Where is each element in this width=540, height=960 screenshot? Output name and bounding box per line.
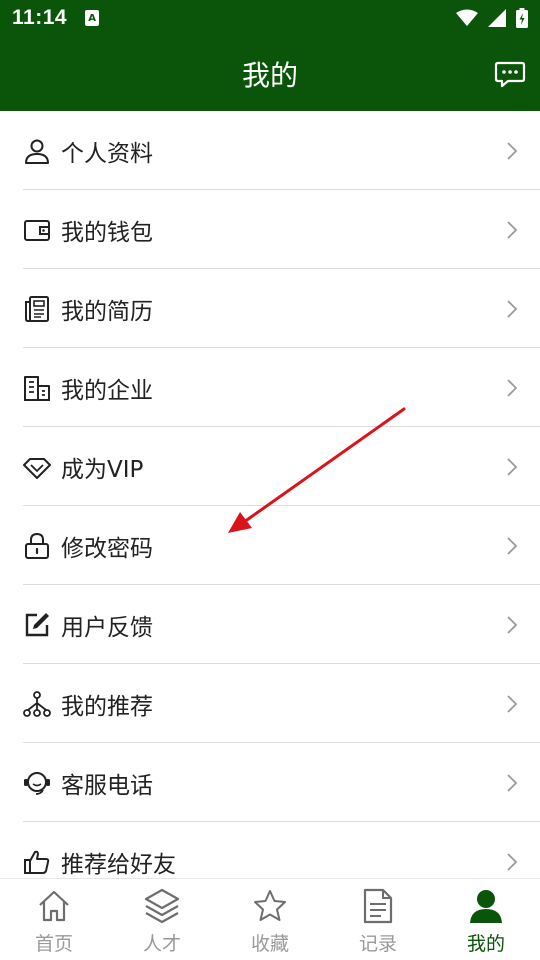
chevron-right-icon [507, 694, 518, 713]
page-title: 我的 [241, 58, 298, 92]
layers-icon [143, 887, 181, 925]
tab-talent[interactable]: 人才 [108, 879, 216, 960]
status-time: 11:14 [12, 6, 68, 29]
building-icon [23, 374, 51, 402]
thumbs-up-icon [23, 848, 51, 876]
diamond-icon [23, 453, 51, 481]
menu-label: 成为VIP [61, 456, 144, 483]
bottom-nav: 首页 人才 收藏 记录 我的 [0, 878, 540, 960]
tab-favorites[interactable]: 收藏 [216, 879, 324, 960]
tab-label: 收藏 [250, 933, 289, 955]
tab-label: 人才 [142, 933, 181, 955]
tab-label: 首页 [34, 933, 73, 955]
chevron-right-icon [507, 457, 518, 476]
home-icon [35, 887, 73, 925]
menu-label: 客服电话 [61, 772, 153, 799]
menu-label: 我的钱包 [61, 219, 153, 246]
document-icon [359, 887, 397, 925]
status-bar: 11:14 A [0, 0, 540, 36]
menu-label: 用户反馈 [61, 614, 153, 641]
menu-item-change-password[interactable]: 修改密码 [23, 506, 540, 585]
chevron-right-icon [507, 299, 518, 318]
menu-label: 修改密码 [61, 535, 153, 562]
chevron-right-icon [507, 615, 518, 634]
tab-label: 我的 [466, 933, 505, 955]
menu-item-wallet[interactable]: 我的钱包 [23, 190, 540, 269]
menu-label: 我的简历 [61, 298, 153, 325]
menu-label: 推荐给好友 [61, 851, 176, 878]
message-button[interactable] [494, 58, 526, 90]
chevron-right-icon [507, 852, 518, 871]
menu-item-customer-service[interactable]: 客服电话 [23, 743, 540, 822]
chevron-right-icon [507, 536, 518, 555]
menu-item-company[interactable]: 我的企业 [23, 348, 540, 427]
menu-item-vip[interactable]: 成为VIP [23, 427, 540, 506]
headset-icon [23, 769, 51, 797]
menu-item-profile[interactable]: 个人资料 [23, 111, 540, 190]
network-icon [23, 690, 51, 718]
tab-records[interactable]: 记录 [324, 879, 432, 960]
user-icon [23, 137, 51, 165]
chevron-right-icon [507, 378, 518, 397]
person-icon [467, 887, 505, 925]
menu-label: 我的企业 [61, 377, 153, 404]
tab-home[interactable]: 首页 [0, 879, 108, 960]
chevron-right-icon [507, 773, 518, 792]
menu-item-resume[interactable]: 我的简历 [23, 269, 540, 348]
menu-label: 个人资料 [61, 140, 153, 167]
notification-icon: A [85, 10, 100, 26]
star-icon [251, 887, 289, 925]
chat-bubble-icon [494, 61, 526, 88]
chevron-right-icon [507, 220, 518, 239]
signal-icon [488, 9, 506, 27]
battery-icon [516, 8, 528, 28]
menu-item-feedback[interactable]: 用户反馈 [23, 585, 540, 664]
app-header: 我的 [0, 36, 540, 111]
menu-item-referral[interactable]: 我的推荐 [23, 664, 540, 743]
lock-icon [23, 532, 51, 560]
tab-label: 记录 [358, 933, 397, 955]
resume-icon [23, 295, 51, 323]
wallet-icon [23, 216, 51, 244]
wifi-icon [456, 9, 478, 26]
tab-mine[interactable]: 我的 [432, 879, 540, 960]
edit-icon [23, 611, 51, 639]
status-icons [456, 8, 528, 28]
menu-label: 我的推荐 [61, 693, 153, 720]
chevron-right-icon [507, 141, 518, 160]
menu-list: 个人资料 我的钱包 我的简历 我的企业 成为VIP 修改密码 用户反馈 我的推荐… [0, 111, 540, 901]
